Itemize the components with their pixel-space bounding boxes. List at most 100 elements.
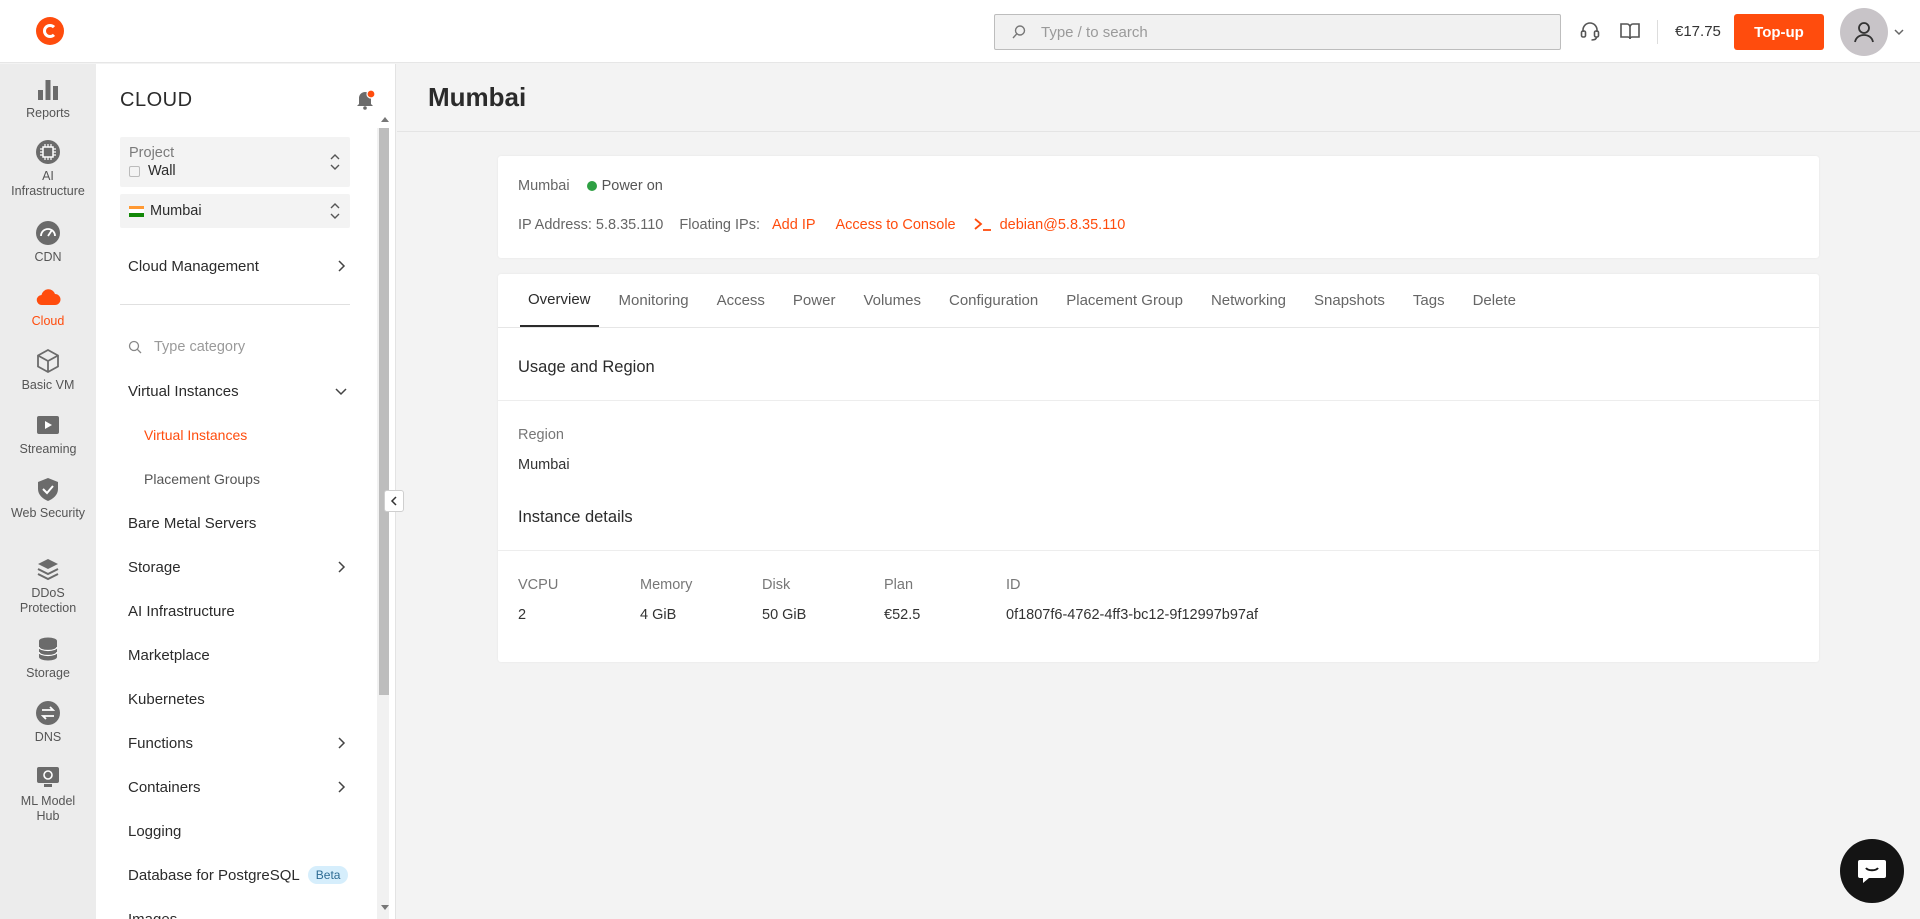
floating-ips-label: Floating IPs: xyxy=(679,217,760,233)
user-icon xyxy=(1854,22,1874,43)
tab-power[interactable]: Power xyxy=(785,274,844,327)
category-search-input[interactable] xyxy=(154,339,334,355)
chevron-down-icon xyxy=(1894,29,1904,36)
scroll-up-arrow[interactable] xyxy=(381,116,389,122)
memory-value: 4 GiB xyxy=(640,607,677,623)
section-divider xyxy=(498,400,1819,401)
global-search[interactable] xyxy=(994,14,1561,50)
cloud-management-item[interactable]: Cloud Management xyxy=(96,248,396,284)
rail-item-dns[interactable]: DNS xyxy=(0,700,96,745)
rail-item-web-security[interactable]: Web Security xyxy=(0,476,96,521)
plan-value: €52.5 xyxy=(884,607,921,623)
tab-placement-group[interactable]: Placement Group xyxy=(1058,274,1191,327)
scrollbar-thumb[interactable] xyxy=(379,128,389,695)
sidebar-item-virtual-instances-group[interactable]: Virtual Instances xyxy=(96,373,396,409)
instance-details-heading: Instance details xyxy=(518,508,633,526)
headset-icon[interactable] xyxy=(1578,19,1602,43)
disk-label: Disk xyxy=(762,577,791,593)
sidebar-item-ai-infrastructure[interactable]: AI Infrastructure xyxy=(96,593,396,629)
search-icon xyxy=(128,340,142,354)
scroll-down-arrow[interactable] xyxy=(381,905,389,911)
sidebar-item-kubernetes[interactable]: Kubernetes xyxy=(96,681,396,717)
sidebar-title: CLOUD xyxy=(120,89,193,111)
rail-item-reports[interactable]: Reports xyxy=(0,76,96,121)
memory-label: Memory xyxy=(640,577,693,593)
vcpu-label: VCPU xyxy=(518,577,559,593)
tab-delete[interactable]: Delete xyxy=(1465,274,1524,327)
sidebar-item-storage[interactable]: Storage xyxy=(96,549,396,585)
chevron-right-icon xyxy=(338,737,346,749)
avatar xyxy=(1840,8,1888,56)
add-ip-link[interactable]: Add IP xyxy=(772,217,816,233)
india-flag-icon xyxy=(129,205,144,217)
book-icon[interactable] xyxy=(1618,19,1642,43)
sidebar-item-virtual-instances[interactable]: Virtual Instances xyxy=(96,417,396,453)
region-value: Mumbai xyxy=(518,457,570,473)
rail-item-ai-infrastructure[interactable]: AI Infrastructure xyxy=(0,139,96,199)
sidebar-item-marketplace[interactable]: Marketplace xyxy=(96,637,396,673)
status-text: Power on xyxy=(601,178,663,194)
rail-item-ml-model-hub[interactable]: ML Model Hub xyxy=(0,764,96,824)
instance-summary-card: Mumbai Power on IP Address: 5.8.35.110 F… xyxy=(498,156,1819,258)
sidebar-item-bare-metal-servers[interactable]: Bare Metal Servers xyxy=(96,505,396,541)
bell-icon[interactable] xyxy=(354,88,376,110)
layers-icon xyxy=(37,559,59,581)
sidebar-item-placement-groups[interactable]: Placement Groups xyxy=(96,461,396,497)
cloud-sidebar: CLOUD Project Wall Mumbai Cloud Manageme… xyxy=(96,64,396,919)
title-divider xyxy=(397,131,1920,132)
sidebar-item-functions[interactable]: Functions xyxy=(96,725,396,761)
tab-tags[interactable]: Tags xyxy=(1405,274,1453,327)
top-bar: €17.75 Top-up xyxy=(0,0,1920,63)
rail-item-ddos-protection[interactable]: DDoS Protection xyxy=(0,556,96,616)
tab-monitoring[interactable]: Monitoring xyxy=(611,274,697,327)
product-rail: Reports AI Infrastructure CDN Cloud Basi… xyxy=(0,64,96,919)
chevron-right-icon xyxy=(338,781,346,793)
terminal-icon xyxy=(974,218,991,231)
database-icon xyxy=(38,637,58,661)
disk-value: 50 GiB xyxy=(762,607,807,623)
category-search[interactable] xyxy=(120,332,350,362)
chevron-down-icon xyxy=(335,388,347,396)
project-select[interactable]: Project Wall xyxy=(120,137,350,187)
ip-address: IP Address: 5.8.35.110 xyxy=(518,217,664,233)
cube-icon xyxy=(37,348,59,374)
sidebar-item-containers[interactable]: Containers xyxy=(96,769,396,805)
instance-name: Mumbai xyxy=(518,178,570,194)
tab-volumes[interactable]: Volumes xyxy=(855,274,929,327)
rail-item-basic-vm[interactable]: Basic VM xyxy=(0,348,96,393)
tabs-divider xyxy=(498,327,1819,328)
sidebar-item-database-postgresql[interactable]: Database for PostgreSQL Beta xyxy=(96,857,396,893)
user-menu[interactable] xyxy=(1840,8,1904,56)
section-divider xyxy=(498,550,1819,551)
sidebar-item-images[interactable]: Images xyxy=(96,901,396,919)
search-input[interactable] xyxy=(1041,23,1521,41)
sidebar-divider xyxy=(120,304,350,305)
rail-item-cdn[interactable]: CDN xyxy=(0,220,96,265)
chat-button[interactable] xyxy=(1840,839,1904,903)
region-select[interactable]: Mumbai xyxy=(120,194,350,228)
ssh-command-link[interactable]: debian@5.8.35.110 xyxy=(1000,217,1126,233)
instance-details-card: Overview Monitoring Access Power Volumes… xyxy=(498,274,1819,662)
ml-model-icon xyxy=(37,767,59,787)
dns-icon xyxy=(36,701,60,725)
search-icon xyxy=(1012,25,1026,39)
sidebar-scrollbar[interactable] xyxy=(377,128,389,919)
rail-item-streaming[interactable]: Streaming xyxy=(0,412,96,457)
tab-access[interactable]: Access xyxy=(709,274,773,327)
rail-item-storage[interactable]: Storage xyxy=(0,636,96,681)
tab-snapshots[interactable]: Snapshots xyxy=(1306,274,1393,327)
tab-overview[interactable]: Overview xyxy=(520,274,599,327)
beta-badge: Beta xyxy=(307,866,349,884)
access-console-link[interactable]: Access to Console xyxy=(836,217,956,233)
top-up-button[interactable]: Top-up xyxy=(1734,14,1824,50)
gcore-logo[interactable] xyxy=(36,17,64,45)
sort-icon xyxy=(330,154,340,170)
rail-item-cloud[interactable]: Cloud xyxy=(0,284,96,329)
collapse-sidebar-button[interactable] xyxy=(384,490,404,512)
vcpu-value: 2 xyxy=(518,607,527,623)
sidebar-item-logging[interactable]: Logging xyxy=(96,813,396,849)
cloud-icon xyxy=(36,289,61,306)
tab-networking[interactable]: Networking xyxy=(1203,274,1294,327)
id-value[interactable]: 0f1807f6-4762-4ff3-bc12-9f12997b97af xyxy=(1006,607,1258,623)
tab-configuration[interactable]: Configuration xyxy=(941,274,1046,327)
